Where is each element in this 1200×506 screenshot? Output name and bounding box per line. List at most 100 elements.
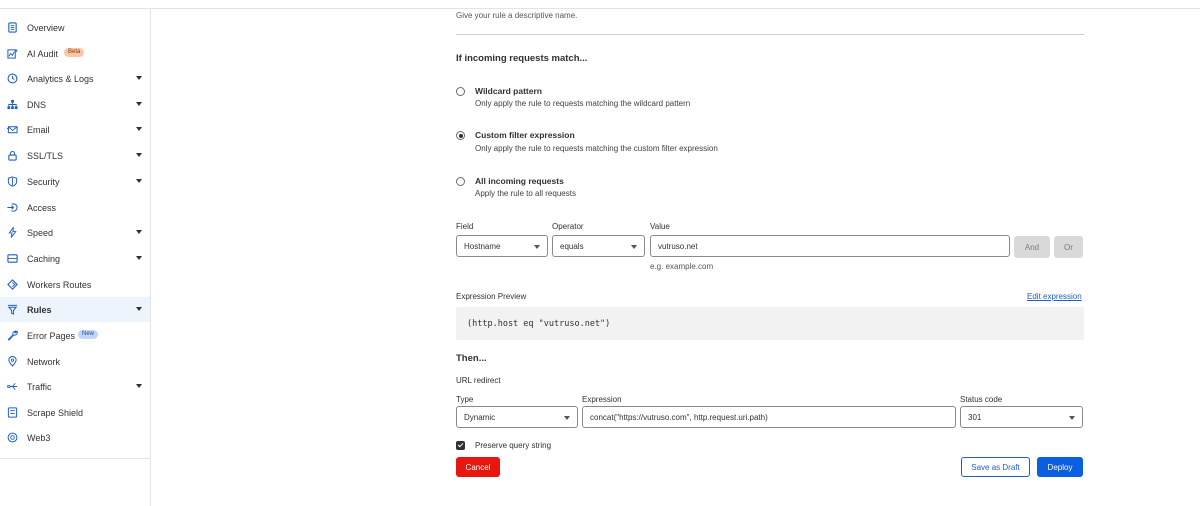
chevron-down-icon[interactable] xyxy=(136,179,142,183)
chevron-down-icon[interactable] xyxy=(136,76,142,80)
preserve-query-string-checkbox[interactable] xyxy=(456,441,465,450)
option-description: Apply the rule to all requests xyxy=(475,189,576,198)
status-code-label: Status code xyxy=(960,395,1003,404)
sidebar-item-label: Overview xyxy=(27,22,65,33)
sidebar-item-label: AI Audit xyxy=(27,48,59,59)
or-button[interactable]: Or xyxy=(1054,236,1083,258)
document-icon xyxy=(6,21,18,33)
expression-preview-box: (http.host eq "vutruso.net") xyxy=(456,307,1084,340)
sidebar-item-label: Network xyxy=(27,356,61,367)
cancel-button[interactable]: Cancel xyxy=(456,457,500,477)
sidebar-item-ssl-tls[interactable]: SSL/TLS xyxy=(0,143,150,168)
option-title: Wildcard pattern xyxy=(475,86,542,96)
sidebar-item-email[interactable]: Email xyxy=(0,117,150,142)
sidebar-item-traffic[interactable]: Traffic xyxy=(0,374,150,399)
sidebar-nav: Overview AI Audit Beta Analytics & Logs … xyxy=(0,9,151,506)
status-code-select[interactable]: 301 xyxy=(960,406,1083,428)
server-icon xyxy=(6,252,18,264)
new-badge: New xyxy=(78,330,99,339)
all-incoming-requests-radio[interactable] xyxy=(456,177,465,186)
sidebar-item-rules[interactable]: Rules xyxy=(0,297,150,322)
sidebar-item-label: Email xyxy=(27,124,50,135)
chart-sparkle-icon xyxy=(6,47,18,59)
custom-filter-expression-radio[interactable] xyxy=(456,131,465,140)
sign-in-icon xyxy=(6,201,18,213)
rule-name-hint: Give your rule a descriptive name. xyxy=(456,11,578,20)
sidebar-item-overview[interactable]: Overview xyxy=(0,15,150,40)
sidebar-item-label: Caching xyxy=(27,253,61,264)
section-divider xyxy=(456,34,1084,35)
location-pin-icon xyxy=(6,355,18,367)
expression-preview-label: Expression Preview xyxy=(456,292,527,301)
chevron-down-icon[interactable] xyxy=(136,384,142,388)
sidebar-item-analytics-logs[interactable]: Analytics & Logs xyxy=(0,66,150,91)
chevron-down-icon xyxy=(534,245,540,249)
sidebar-item-label: Access xyxy=(27,202,57,213)
sidebar-item-label: Traffic xyxy=(27,381,52,392)
type-select[interactable]: Dynamic xyxy=(456,406,578,428)
value-input[interactable]: vutruso.net xyxy=(650,235,1010,257)
sidebar-item-label: Speed xyxy=(27,227,54,238)
option-description: Only apply the rule to requests matching… xyxy=(475,99,691,108)
chevron-down-icon xyxy=(1069,416,1075,420)
lightning-icon xyxy=(6,226,18,238)
chevron-down-icon xyxy=(631,245,637,249)
status-code-value: 301 xyxy=(968,413,982,422)
edit-expression-link[interactable]: Edit expression xyxy=(1027,292,1082,301)
funnel-icon xyxy=(6,303,18,315)
expression-label: Expression xyxy=(582,395,622,404)
clock-chart-icon xyxy=(6,72,18,84)
sidebar-item-scrape-shield[interactable]: Scrape Shield xyxy=(0,400,150,425)
globe-icon xyxy=(6,431,18,443)
field-label: Field xyxy=(456,222,474,231)
sidebar-item-ai-audit[interactable]: AI Audit Beta xyxy=(0,41,150,66)
rule-form: Give your rule a descriptive name. If in… xyxy=(456,0,1084,506)
wildcard-pattern-radio[interactable] xyxy=(456,87,465,96)
value-example: e.g. example.com xyxy=(650,262,714,271)
type-label: Type xyxy=(456,395,474,404)
sidebar-divider xyxy=(0,458,150,459)
deploy-button[interactable]: Deploy xyxy=(1037,457,1083,477)
operator-select[interactable]: equals xyxy=(552,235,645,257)
sidebar-item-security[interactable]: Security xyxy=(0,169,150,194)
network-tree-icon xyxy=(6,98,18,110)
expression-preview-code: (http.host eq "vutruso.net") xyxy=(467,319,611,329)
sidebar-item-dns[interactable]: DNS xyxy=(0,92,150,117)
chevron-down-icon[interactable] xyxy=(136,307,142,311)
and-button[interactable]: And xyxy=(1014,236,1050,258)
chevron-down-icon[interactable] xyxy=(136,153,142,157)
field-select-value: Hostname xyxy=(464,242,501,251)
chevron-down-icon[interactable] xyxy=(136,102,142,106)
sidebar-item-access[interactable]: Access xyxy=(0,195,150,220)
sidebar-item-label: Analytics & Logs xyxy=(27,73,94,84)
sidebar-item-label: Scrape Shield xyxy=(27,407,84,418)
sidebar-item-label: Security xyxy=(27,176,60,187)
preserve-query-string-label: Preserve query string xyxy=(475,441,552,450)
operator-select-value: equals xyxy=(560,242,584,251)
option-title: All incoming requests xyxy=(475,176,564,186)
sidebar-item-label: SSL/TLS xyxy=(27,150,64,161)
save-as-draft-button[interactable]: Save as Draft xyxy=(961,457,1030,477)
sidebar-item-caching[interactable]: Caching xyxy=(0,246,150,271)
chevron-down-icon[interactable] xyxy=(136,256,142,260)
sidebar-item-label: Error Pages xyxy=(27,330,76,341)
beta-badge: Beta xyxy=(64,48,85,57)
url-redirect-label: URL redirect xyxy=(456,376,501,385)
option-title: Custom filter expression xyxy=(475,130,575,140)
operator-label: Operator xyxy=(552,222,584,231)
field-select[interactable]: Hostname xyxy=(456,235,548,257)
chevron-down-icon[interactable] xyxy=(136,127,142,131)
sidebar-item-workers-routes[interactable]: Workers Routes xyxy=(0,272,150,297)
sidebar-item-speed[interactable]: Speed xyxy=(0,220,150,245)
chevron-down-icon xyxy=(564,416,570,420)
expression-input[interactable]: concat("https://vutruso.com", http.reque… xyxy=(582,406,956,428)
sidebar-item-web3[interactable]: Web3 xyxy=(0,425,150,450)
lock-icon xyxy=(6,149,18,161)
option-description: Only apply the rule to requests matching… xyxy=(475,144,718,153)
match-heading: If incoming requests match... xyxy=(456,53,588,64)
sidebar-item-network[interactable]: Network xyxy=(0,349,150,374)
page-icon xyxy=(6,406,18,418)
chevron-down-icon[interactable] xyxy=(136,230,142,234)
sidebar-item-error-pages[interactable]: Error Pages New xyxy=(0,323,150,348)
sidebar-item-label: Web3 xyxy=(27,432,51,443)
